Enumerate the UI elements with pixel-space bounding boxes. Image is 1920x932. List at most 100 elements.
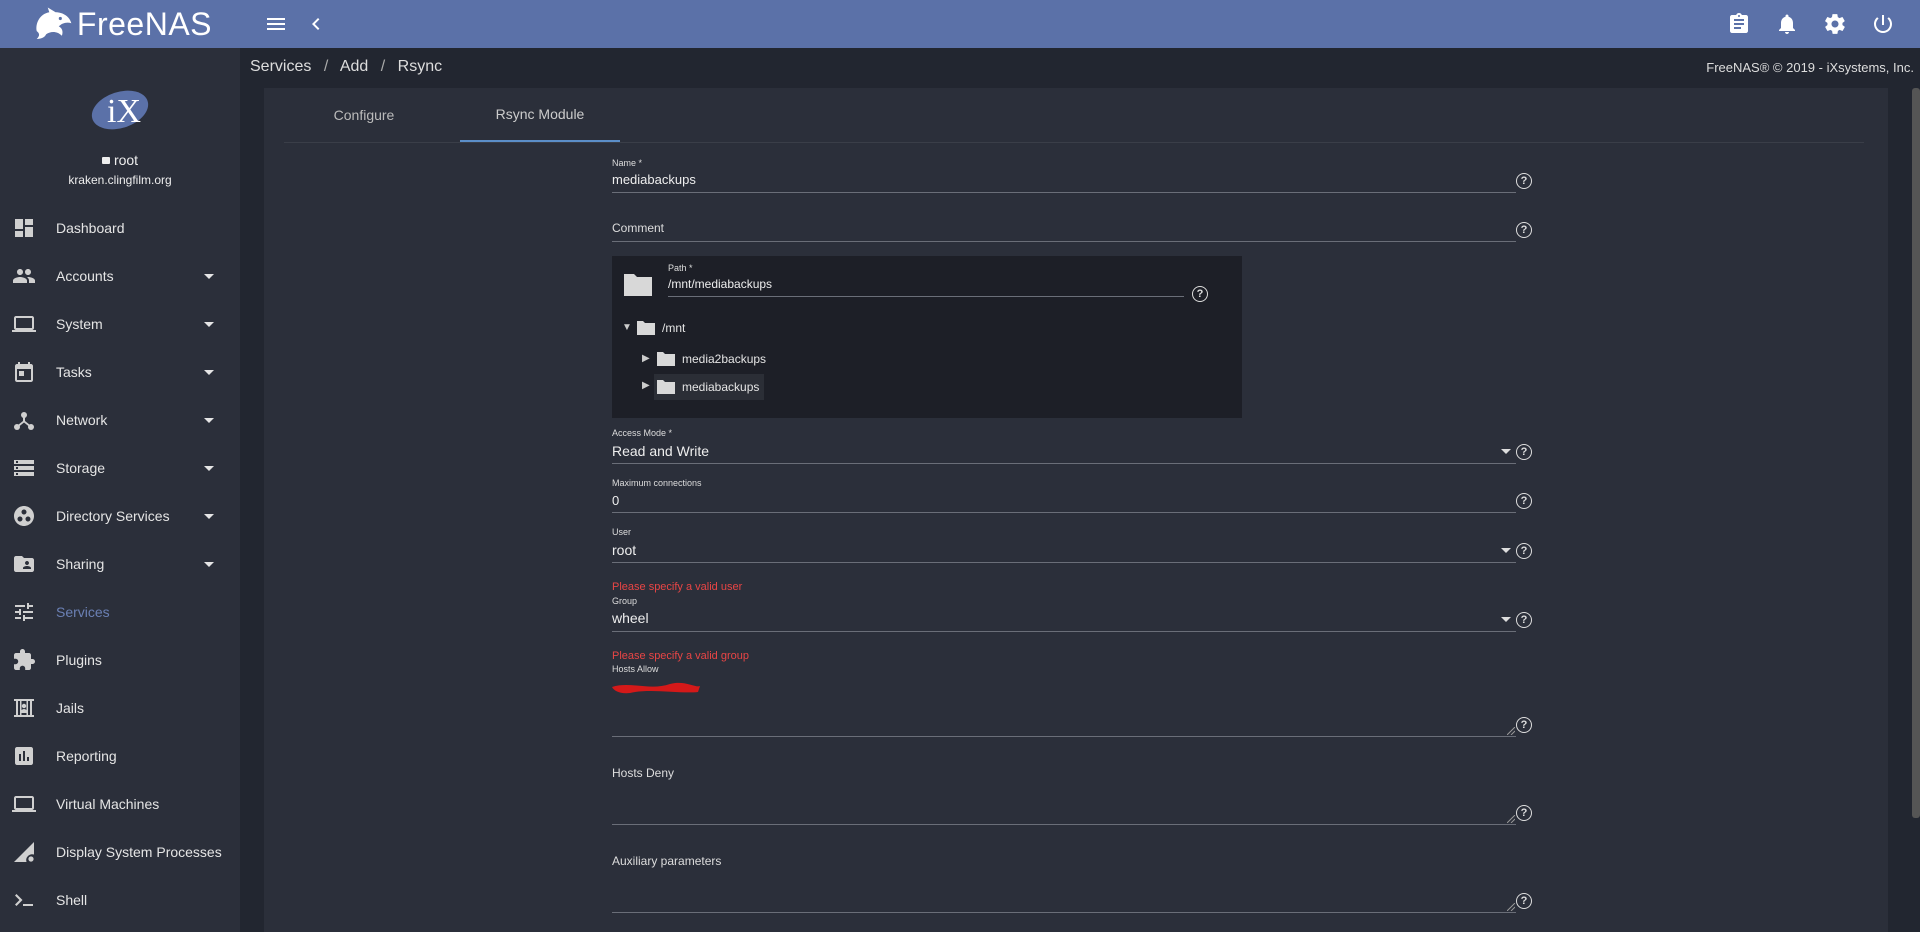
help-icon[interactable]: ?	[1516, 173, 1532, 189]
chevron-down-icon	[204, 369, 214, 375]
notifications-button[interactable]	[1765, 0, 1809, 48]
laptop-icon	[12, 796, 36, 812]
folder-icon	[657, 352, 675, 366]
sidebar-item-plugins[interactable]: Plugins	[0, 636, 240, 684]
access-mode-select[interactable]: Read and Write	[612, 443, 709, 459]
chart-icon	[15, 747, 33, 765]
hosts-allow-textarea[interactable]	[612, 688, 1516, 736]
path-explorer: Path * /mnt/mediabackups ? ▼ /mnt ▶ medi…	[612, 256, 1242, 418]
sidebar-item-label: Shell	[56, 892, 88, 908]
hosts-allow-underline	[612, 736, 1516, 737]
settings-button[interactable]	[1813, 0, 1857, 48]
tab-configure[interactable]: Configure	[284, 88, 444, 142]
laptop-icon	[12, 316, 36, 332]
help-icon[interactable]: ?	[1516, 444, 1532, 460]
user-underline	[612, 562, 1516, 563]
sidebar: iX root kraken.clingfilm.org Dashboard A…	[0, 48, 240, 932]
tree-node-mnt[interactable]: ▼ /mnt	[622, 318, 712, 340]
svg-text:iX: iX	[107, 93, 141, 130]
chevron-down-icon	[204, 417, 214, 423]
sidebar-item-label: Accounts	[56, 268, 114, 284]
copyright: FreeNAS® © 2019 - iXsystems, Inc.	[1706, 60, 1914, 75]
sidebar-item-label: Plugins	[56, 652, 102, 668]
access-mode-label: Access Mode *	[612, 428, 673, 438]
breadcrumb-item-add[interactable]: Add	[340, 58, 368, 75]
sidebar-item-dashboard[interactable]: Dashboard	[0, 204, 240, 252]
power-icon	[1874, 15, 1892, 33]
sidebar-item-label: System	[56, 316, 103, 332]
sidebar-item-label: Reporting	[56, 748, 117, 764]
aux-params-underline	[612, 912, 1516, 913]
folder-icon	[637, 321, 655, 335]
help-icon[interactable]: ?	[1192, 286, 1208, 302]
network-icon	[14, 412, 34, 430]
sidebar-item-accounts[interactable]: Accounts	[0, 252, 240, 300]
clipboard-icon	[1730, 13, 1748, 33]
dropdown-arrow-icon[interactable]	[1501, 449, 1511, 454]
group-underline	[612, 631, 1516, 632]
user-select[interactable]: root	[612, 542, 636, 558]
sidebar-item-virtual-machines[interactable]: Virtual Machines	[0, 780, 240, 828]
lock-icon	[101, 157, 110, 164]
caret-right-icon: ▶	[642, 380, 650, 391]
page-scrollbar[interactable]	[1912, 88, 1920, 818]
username: root	[113, 152, 139, 168]
dropdown-arrow-icon[interactable]	[1501, 548, 1511, 553]
tree-label: /mnt	[662, 321, 686, 335]
help-icon[interactable]: ?	[1516, 493, 1532, 509]
jail-icon	[14, 699, 34, 717]
sidebar-item-reporting[interactable]: Reporting	[0, 732, 240, 780]
sidebar-item-storage[interactable]: Storage	[0, 444, 240, 492]
dropdown-arrow-icon[interactable]	[1501, 617, 1511, 622]
help-icon[interactable]: ?	[1516, 717, 1532, 733]
sidebar-item-label: Storage	[56, 460, 106, 476]
name-underline	[612, 192, 1516, 193]
sidebar-item-directory-services[interactable]: Directory Services	[0, 492, 240, 540]
tab-rsync-module[interactable]: Rsync Module	[460, 88, 620, 142]
chevron-down-icon	[204, 321, 214, 327]
tab-bar: Configure Rsync Module	[284, 88, 1864, 143]
tasks-button[interactable]	[1717, 0, 1761, 48]
sidebar-item-display-system-processes[interactable]: Display System Processes	[0, 828, 240, 876]
sidebar-item-network[interactable]: Network	[0, 396, 240, 444]
tree-node-mediabackups[interactable]: ▶ mediabackups	[642, 374, 766, 400]
path-input[interactable]: /mnt/mediabackups	[668, 277, 772, 291]
help-icon[interactable]: ?	[1516, 612, 1532, 628]
resize-handle-icon[interactable]	[1507, 727, 1515, 735]
resize-handle-icon[interactable]	[1507, 903, 1515, 911]
puzzle-icon	[14, 649, 35, 670]
sidebar-item-jails[interactable]: Jails	[0, 684, 240, 732]
sidebar-item-sharing[interactable]: Sharing	[0, 540, 240, 588]
help-icon[interactable]: ?	[1516, 222, 1532, 238]
max-connections-label: Maximum connections	[612, 478, 702, 488]
back-button[interactable]	[294, 0, 338, 48]
comment-underline	[612, 241, 1516, 242]
sidebar-item-shell[interactable]: Shell	[0, 876, 240, 924]
chevron-down-icon	[204, 513, 214, 519]
sidebar-item-label: Directory Services	[56, 508, 170, 524]
help-icon[interactable]: ?	[1516, 893, 1532, 909]
max-connections-input[interactable]: 0	[612, 493, 619, 508]
aux-params-textarea[interactable]	[612, 872, 1516, 912]
menu-toggle-button[interactable]	[254, 0, 298, 48]
terminal-icon	[15, 894, 33, 906]
caret-right-icon: ▶	[642, 353, 650, 364]
sidebar-item-services[interactable]: Services	[0, 588, 240, 636]
hosts-deny-textarea[interactable]	[612, 784, 1516, 824]
tree-node-media2backups[interactable]: ▶ media2backups	[642, 349, 772, 371]
name-input[interactable]: mediabackups	[612, 172, 696, 187]
help-icon[interactable]: ?	[1516, 543, 1532, 559]
sidebar-item-label: Virtual Machines	[56, 796, 160, 812]
power-button[interactable]	[1861, 0, 1905, 48]
breadcrumb-item-services[interactable]: Services	[250, 58, 311, 75]
help-icon[interactable]: ?	[1516, 805, 1532, 821]
top-bar: FreeNAS	[0, 0, 1920, 48]
sidebar-item-tasks[interactable]: Tasks	[0, 348, 240, 396]
sidebar-item-system[interactable]: System	[0, 300, 240, 348]
comment-input[interactable]: Comment	[612, 221, 664, 235]
calendar-icon	[15, 362, 33, 382]
group-select[interactable]: wheel	[612, 610, 649, 626]
freenas-logo[interactable]: FreeNAS	[32, 3, 212, 45]
resize-handle-icon[interactable]	[1507, 815, 1515, 823]
content-card: Configure Rsync Module Name * mediabacku…	[264, 88, 1888, 932]
